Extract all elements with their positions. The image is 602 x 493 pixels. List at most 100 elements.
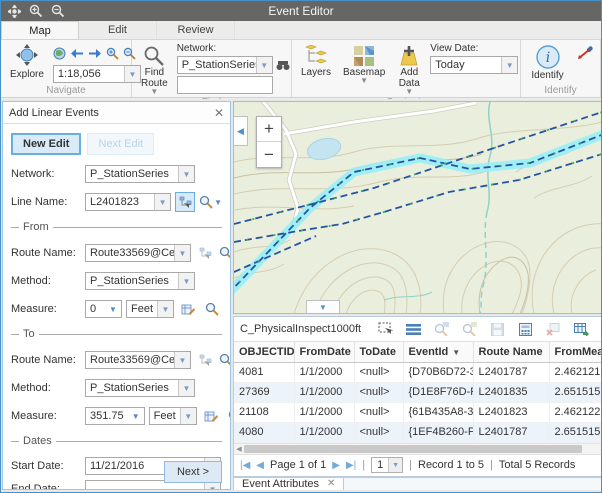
tab-map[interactable]: Map bbox=[1, 21, 79, 39]
network-combo[interactable]: P_StationSeries ▼ bbox=[85, 165, 195, 183]
to-measure-caret-icon[interactable]: ▼ bbox=[128, 408, 144, 424]
table-row[interactable]: 211081/1/2000<null>{61B435A8-3:L24018232… bbox=[234, 402, 602, 422]
column-header[interactable]: Route Name bbox=[473, 342, 549, 362]
table-row[interactable]: 40811/1/2000<null>{D70B6D72-3L24017872.4… bbox=[234, 362, 602, 382]
zoom-in-map-icon[interactable] bbox=[106, 47, 119, 60]
network-caret-icon[interactable]: ▼ bbox=[178, 166, 194, 182]
to-route-name-combo[interactable]: Route33569@Centr ▼ bbox=[85, 351, 191, 369]
zoom-to-selected-icon[interactable] bbox=[427, 320, 455, 338]
to-method-value: P_StationSeries bbox=[86, 380, 178, 396]
collapse-panel-left-icon[interactable]: ◀ bbox=[234, 116, 248, 146]
zoom-to-line-button[interactable]: ▼ bbox=[199, 195, 222, 209]
from-zoom-to-measure-icon[interactable] bbox=[202, 299, 222, 319]
find-route-button[interactable]: Find Route ▼ bbox=[138, 42, 171, 96]
column-header[interactable]: FromDate bbox=[294, 342, 354, 362]
last-page-icon[interactable]: ▶| bbox=[346, 460, 356, 471]
identify-route-location-icon[interactable] bbox=[577, 42, 593, 61]
zoom-options-caret-icon[interactable]: ▼ bbox=[214, 198, 222, 207]
show-selected-records-icon[interactable] bbox=[399, 320, 427, 338]
scroll-left-icon[interactable]: ◀ bbox=[234, 444, 244, 454]
from-measure-caret-icon[interactable]: ▼ bbox=[105, 301, 121, 317]
binoculars-icon[interactable] bbox=[276, 60, 290, 71]
select-features-icon[interactable] bbox=[371, 320, 399, 338]
from-measure-combo[interactable]: 0 ▼ bbox=[85, 300, 122, 318]
previous-page-icon[interactable]: ◀ bbox=[256, 460, 264, 471]
table-row[interactable]: 273691/1/2000<null>{D1E8F76D-FL24018352.… bbox=[234, 382, 602, 402]
sort-descending-icon[interactable]: ▼ bbox=[452, 348, 460, 357]
field-calculator-icon[interactable] bbox=[511, 320, 539, 338]
to-method-combo[interactable]: P_StationSeries ▼ bbox=[85, 379, 195, 397]
pan-to-selected-icon[interactable] bbox=[455, 320, 483, 338]
to-method-caret-icon[interactable]: ▼ bbox=[178, 380, 194, 396]
map-zoom-out-button[interactable]: − bbox=[257, 142, 281, 167]
tab-edit[interactable]: Edit bbox=[79, 21, 157, 39]
from-zoom-to-route-button[interactable]: ▼ bbox=[219, 246, 230, 260]
basemap-caret-icon: ▼ bbox=[360, 78, 368, 84]
from-route-name-combo[interactable]: Route33569@Centr ▼ bbox=[85, 244, 191, 262]
next-button[interactable]: Next > bbox=[164, 461, 222, 483]
group-contents: Layers Basemap ▼ Add Data ▼ View Date: T… bbox=[292, 40, 521, 97]
ribbon-network-caret-icon[interactable]: ▼ bbox=[256, 57, 272, 73]
column-header[interactable]: EventId▼ bbox=[403, 342, 473, 362]
forward-extent-icon[interactable] bbox=[88, 48, 102, 59]
from-select-route-on-map-icon[interactable] bbox=[195, 243, 215, 263]
scale-combo[interactable]: 1:18,056 ▼ bbox=[53, 65, 141, 83]
line-name-combo[interactable]: L2401823 ▼ bbox=[85, 193, 171, 211]
from-route-caret-icon[interactable]: ▼ bbox=[174, 245, 190, 261]
table-cell: 1/1/2000 bbox=[294, 382, 354, 402]
basemap-button[interactable]: Basemap ▼ bbox=[340, 42, 388, 85]
from-route-name-value: Route33569@Centr bbox=[86, 245, 174, 261]
identify-button[interactable]: i Identify bbox=[528, 42, 566, 82]
sort-icon[interactable]: AZ bbox=[595, 320, 602, 338]
tab-review[interactable]: Review bbox=[157, 21, 235, 39]
scrollbar-thumb[interactable] bbox=[244, 445, 582, 453]
collapse-table-icon[interactable]: ▼ bbox=[306, 300, 340, 313]
line-name-caret-icon[interactable]: ▼ bbox=[154, 194, 170, 210]
first-page-icon[interactable]: |◀ bbox=[240, 460, 250, 471]
to-zoom-to-route-button[interactable]: ▼ bbox=[219, 353, 230, 367]
explore-button[interactable]: Explore bbox=[7, 42, 47, 81]
map-view[interactable]: + − ◀ ▼ POWERED BY esri bbox=[233, 101, 602, 314]
tab-event-attributes[interactable]: Event Attributes ✕ bbox=[233, 477, 344, 491]
find-route-icon bbox=[143, 45, 165, 67]
page-number-caret-icon[interactable]: ▼ bbox=[388, 458, 402, 472]
table-row[interactable]: 40801/1/2000<null>{1EF4B260-F(L24017872.… bbox=[234, 422, 602, 442]
to-measure-combo[interactable]: 351.75 ▼ bbox=[85, 407, 145, 425]
from-method-combo[interactable]: P_StationSeries ▼ bbox=[85, 272, 195, 290]
from-unit-caret-icon[interactable]: ▼ bbox=[157, 301, 173, 317]
back-extent-icon[interactable] bbox=[70, 48, 84, 59]
panel-close-icon[interactable]: ✕ bbox=[214, 106, 224, 120]
view-date-caret-icon[interactable]: ▼ bbox=[501, 57, 517, 73]
to-route-caret-icon[interactable]: ▼ bbox=[174, 352, 190, 368]
to-pick-measure-icon[interactable] bbox=[201, 406, 221, 426]
column-header[interactable]: ToDate bbox=[354, 342, 403, 362]
add-data-button[interactable]: Add Data ▼ bbox=[394, 42, 424, 96]
from-method-caret-icon[interactable]: ▼ bbox=[178, 273, 194, 289]
page-number-combo[interactable]: 1 ▼ bbox=[371, 457, 403, 473]
close-tab-icon[interactable]: ✕ bbox=[327, 478, 335, 489]
from-unit-combo[interactable]: Feet ▼ bbox=[126, 300, 174, 318]
to-zoom-to-measure-icon[interactable] bbox=[225, 406, 230, 426]
select-line-on-map-icon[interactable] bbox=[175, 192, 195, 212]
from-method-value: P_StationSeries bbox=[86, 273, 178, 289]
to-select-route-on-map-icon[interactable] bbox=[195, 350, 215, 370]
next-edit-button[interactable]: Next Edit bbox=[87, 133, 154, 155]
layers-button[interactable]: Layers bbox=[298, 42, 334, 79]
column-header[interactable]: OBJECTID bbox=[234, 342, 294, 362]
export-table-icon[interactable] bbox=[567, 320, 595, 338]
next-page-icon[interactable]: ▶ bbox=[332, 460, 340, 471]
from-pick-measure-icon[interactable] bbox=[178, 299, 198, 319]
window-title: Event Editor bbox=[1, 4, 601, 18]
find-route-input[interactable] bbox=[177, 76, 273, 94]
delete-record-icon[interactable] bbox=[539, 320, 567, 338]
new-edit-button[interactable]: New Edit bbox=[11, 133, 81, 155]
view-date-combo[interactable]: Today ▼ bbox=[430, 56, 518, 74]
column-header[interactable]: FromMeasure bbox=[549, 342, 602, 362]
map-zoom-in-button[interactable]: + bbox=[257, 117, 281, 142]
to-unit-combo[interactable]: Feet ▼ bbox=[149, 407, 197, 425]
save-edits-icon[interactable] bbox=[483, 320, 511, 338]
full-extent-icon[interactable] bbox=[53, 47, 66, 60]
horizontal-scrollbar[interactable]: ◀ bbox=[234, 443, 602, 454]
to-unit-caret-icon[interactable]: ▼ bbox=[180, 408, 196, 424]
ribbon-network-combo[interactable]: P_StationSeries ▼ bbox=[177, 56, 273, 74]
